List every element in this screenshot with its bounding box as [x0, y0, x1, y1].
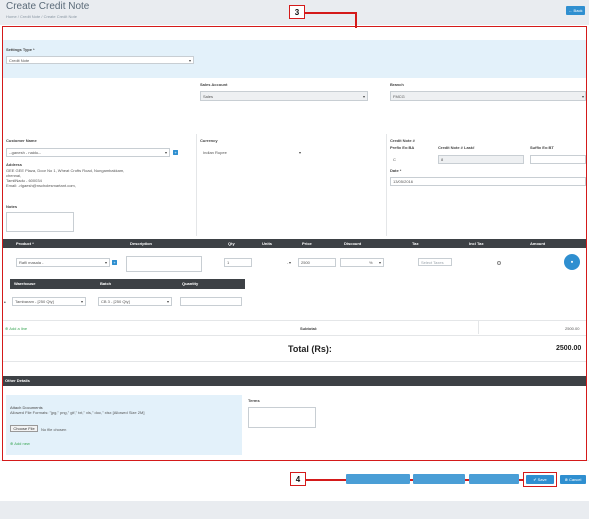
annotation-callout-3: 3: [289, 5, 305, 19]
cancel-button[interactable]: ⊗ Cancel: [560, 475, 586, 484]
save-button[interactable]: ✔ Save: [526, 475, 554, 484]
breadcrumb-credit-note[interactable]: Credit Note: [20, 14, 40, 19]
back-button[interactable]: ← Back: [566, 6, 585, 15]
breadcrumb-home[interactable]: Home: [6, 14, 17, 19]
annotation-connector: [304, 12, 356, 14]
annotation-form-highlight: [2, 26, 587, 461]
arrow-left-icon: ←: [568, 8, 573, 13]
blurred-action-button[interactable]: [346, 474, 410, 484]
breadcrumb-current: Create Credit Note: [43, 14, 77, 19]
blurred-action-button[interactable]: [469, 474, 519, 484]
annotation-connector: [355, 12, 357, 28]
page-title: Create Credit Note: [6, 1, 90, 12]
breadcrumb: Home / Credit Note / Create Credit Note: [6, 14, 77, 19]
close-circle-icon: ⊗: [564, 477, 568, 482]
blurred-action-button[interactable]: [413, 474, 465, 484]
annotation-callout-4: 4: [290, 472, 306, 486]
check-icon: ✔: [533, 477, 537, 482]
